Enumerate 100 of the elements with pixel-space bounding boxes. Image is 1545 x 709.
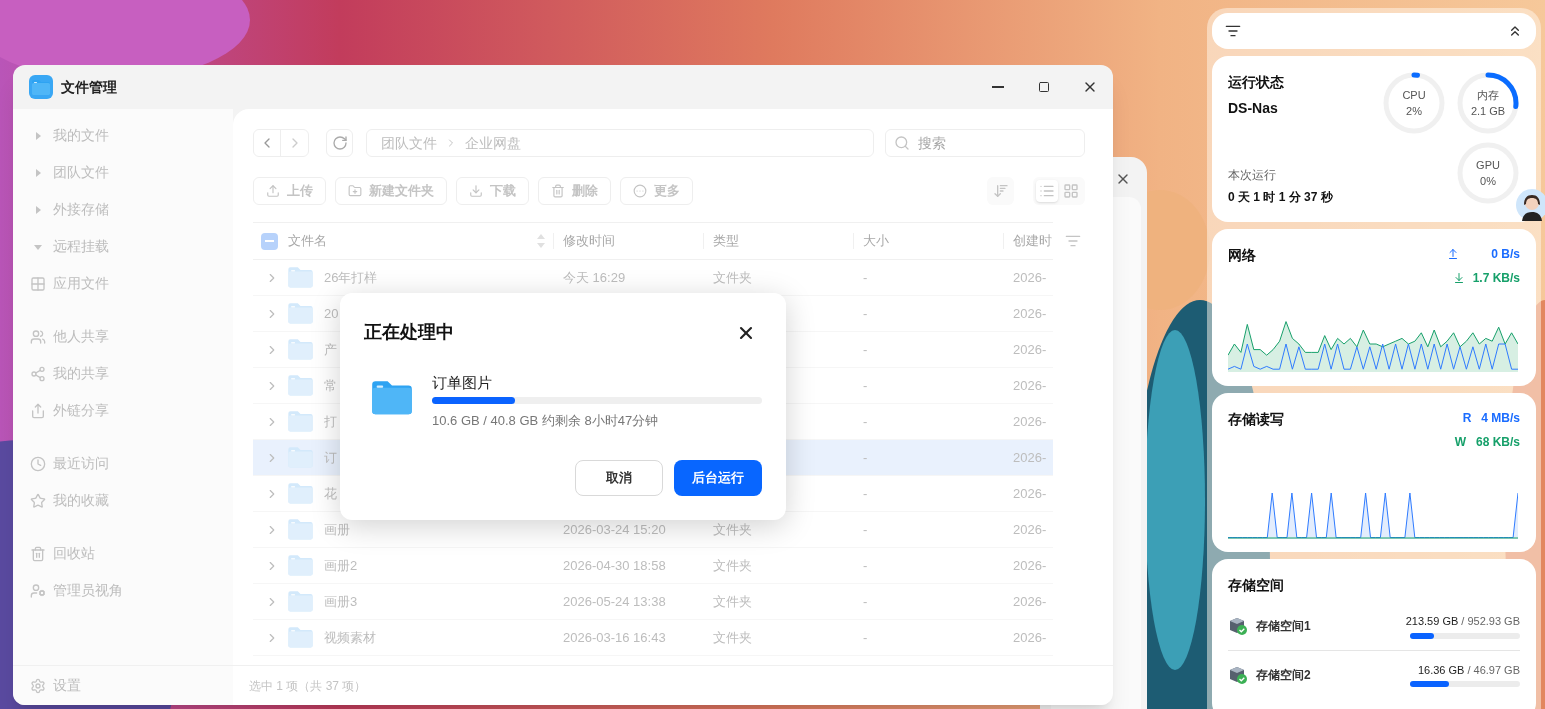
refresh-button[interactable] xyxy=(326,129,353,157)
file-name: 订 xyxy=(324,448,337,467)
caret-icon xyxy=(34,242,42,251)
column-header[interactable]: 文件名 xyxy=(288,231,327,251)
folder-icon xyxy=(287,302,314,325)
column-header[interactable]: 修改时间 xyxy=(563,231,615,251)
card-title: 运行状态 xyxy=(1228,73,1285,92)
sidebar-item[interactable]: 我的共享 xyxy=(13,355,233,392)
sidebar-item[interactable]: 外链分享 xyxy=(13,392,233,429)
card-title: 网络 xyxy=(1228,246,1256,265)
filter-icon[interactable] xyxy=(1225,23,1241,39)
column-settings-icon[interactable] xyxy=(1065,233,1081,249)
created-time: 2026- xyxy=(1013,593,1047,609)
sidebar-item[interactable]: 远程挂载 xyxy=(13,228,233,265)
grid-icon xyxy=(30,275,46,292)
column-header[interactable]: 创建时 xyxy=(1013,231,1052,251)
file-name: 26年打样 xyxy=(324,268,378,287)
card-title: 存储读写 xyxy=(1228,410,1284,429)
run-in-background-button[interactable]: 后台运行 xyxy=(674,460,762,496)
used-space: 16.36 GB xyxy=(1417,662,1465,678)
minimize-icon xyxy=(992,86,1004,88)
toolbar-button[interactable]: 更多 xyxy=(620,177,693,205)
user-gear-icon xyxy=(30,582,46,599)
folder-icon xyxy=(287,410,314,433)
folder-icon xyxy=(287,590,314,613)
created-time: 2026- xyxy=(1013,377,1047,393)
sidebar-item[interactable]: 外接存储 xyxy=(13,191,233,228)
file-size: - xyxy=(863,521,868,537)
created-time: 2026- xyxy=(1013,485,1047,501)
uptime-label: 本次运行 xyxy=(1228,167,1277,184)
grid-icon xyxy=(1063,183,1079,199)
disk-icon xyxy=(1228,664,1248,685)
window-title: 文件管理 xyxy=(61,77,117,97)
sidebar-item[interactable]: 团队文件 xyxy=(13,154,233,191)
file-size: - xyxy=(863,485,868,501)
file-size: - xyxy=(863,629,868,645)
sidebar-item[interactable]: 我的文件 xyxy=(13,117,233,154)
sidebar-item[interactable]: 他人共享 xyxy=(13,318,233,355)
search-icon xyxy=(894,135,910,151)
status-text: 选中 1 项（共 37 项） xyxy=(249,677,367,695)
created-time: 2026- xyxy=(1013,557,1047,573)
sort-button[interactable] xyxy=(987,177,1014,205)
uptime: 0 天 1 时 1 分 37 秒 xyxy=(1228,189,1334,206)
created-time: 2026- xyxy=(1013,341,1047,357)
used-space: 213.59 GB xyxy=(1405,614,1459,630)
sort-icon xyxy=(992,183,1009,199)
file-name: 画册3 xyxy=(324,592,358,611)
file-size: - xyxy=(863,413,868,429)
users-icon xyxy=(30,328,46,345)
gauge-label: GPU xyxy=(1476,158,1500,173)
file-name: 视频素材 xyxy=(324,628,376,647)
sidebar-item[interactable]: 应用文件 xyxy=(13,265,233,302)
gauge-label: CPU xyxy=(1402,88,1426,103)
modified-time: 2026-03-16 16:43 xyxy=(563,629,666,645)
folder-icon xyxy=(287,518,314,541)
rate-value: 68 KB/s xyxy=(1475,434,1520,451)
search-field[interactable]: 搜索 xyxy=(885,129,1085,157)
caret-icon xyxy=(34,131,42,140)
volume-name: 存储空间1 xyxy=(1256,618,1311,635)
file-name: 打 xyxy=(324,412,337,431)
modified-time: 2026-05-24 13:38 xyxy=(563,593,666,609)
download-icon xyxy=(469,184,483,198)
avatar[interactable] xyxy=(1516,189,1545,221)
maximize-icon xyxy=(1038,81,1050,93)
refresh-icon xyxy=(331,135,348,151)
created-time: 2026- xyxy=(1013,521,1047,537)
breadcrumb-item[interactable]: 团队文件 xyxy=(381,132,437,154)
file-type: 文件夹 xyxy=(713,557,752,573)
created-time: 2026- xyxy=(1013,413,1047,429)
settings-icon xyxy=(30,677,46,694)
folder-plus-icon xyxy=(348,184,362,198)
sidebar-item[interactable]: 最近访问 xyxy=(13,445,233,482)
folder-icon xyxy=(287,374,314,397)
breadcrumb-item[interactable]: 企业网盘 xyxy=(465,132,521,154)
folder-icon xyxy=(287,446,314,469)
total-space: / 46.97 GB xyxy=(1467,662,1520,678)
share-out-icon xyxy=(30,402,46,419)
search-input[interactable]: 搜索 xyxy=(918,132,1068,154)
sidebar-item[interactable]: 我的收藏 xyxy=(13,482,233,519)
list-view-button[interactable] xyxy=(1036,180,1058,202)
modified-time: 2026-04-30 18:58 xyxy=(563,557,666,573)
column-header[interactable]: 类型 xyxy=(713,231,739,251)
file-size: - xyxy=(863,377,868,393)
more-icon xyxy=(633,184,647,198)
modified-time: 今天 16:29 xyxy=(563,269,626,285)
toolbar-button[interactable]: 上传 xyxy=(253,177,326,205)
dialog-title: 正在处理中 xyxy=(364,321,454,344)
file-size: - xyxy=(863,593,868,609)
cancel-button[interactable]: 取消 xyxy=(575,460,663,496)
file-type: 文件夹 xyxy=(713,629,752,645)
checkbox[interactable] xyxy=(261,232,278,250)
sidebar-item[interactable]: 管理员视角 xyxy=(13,572,233,609)
column-header[interactable]: 大小 xyxy=(863,231,889,251)
toolbar-button[interactable]: 下载 xyxy=(456,177,529,205)
file-type: 文件夹 xyxy=(713,593,752,609)
toolbar-button[interactable]: 删除 xyxy=(538,177,611,205)
file-type: 文件夹 xyxy=(713,269,752,285)
toolbar-button[interactable]: 新建文件夹 xyxy=(335,177,447,205)
rate-label: R xyxy=(1462,410,1472,427)
gauge-reading: 2.1 GB xyxy=(1470,104,1506,119)
